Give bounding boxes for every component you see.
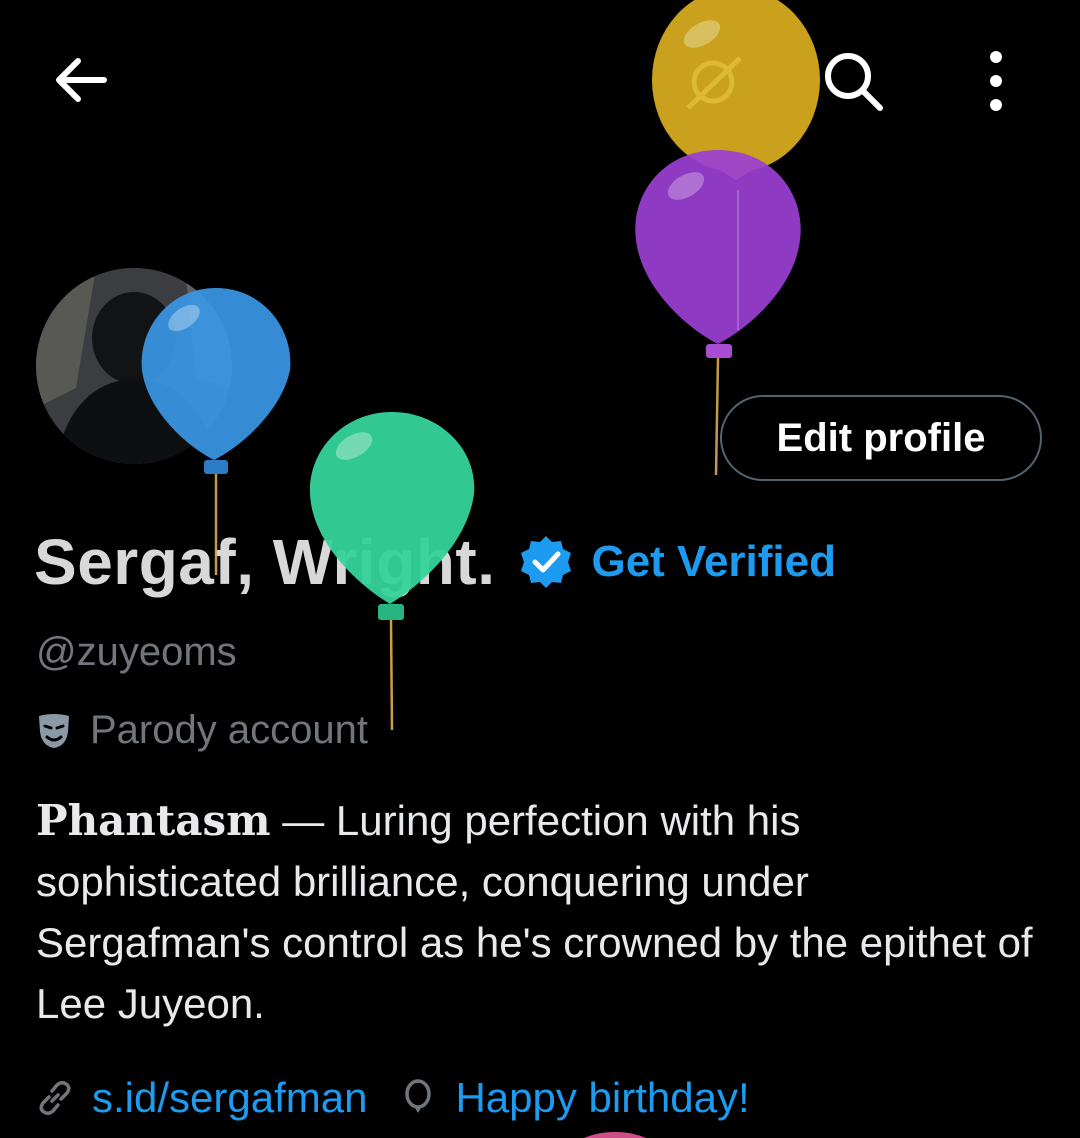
website-link[interactable]: s.id/sergafman bbox=[92, 1074, 367, 1122]
search-icon[interactable] bbox=[818, 46, 888, 116]
get-verified-link[interactable]: Get Verified bbox=[591, 537, 836, 587]
arrow-left-icon[interactable] bbox=[48, 48, 112, 112]
yellow-balloon bbox=[652, 0, 820, 180]
more-vertical-icon[interactable] bbox=[968, 46, 1024, 116]
profile-meta-row: s.id/sergafman Happy birthday! bbox=[36, 1068, 750, 1128]
parody-label-text: Parody account bbox=[90, 708, 368, 752]
bio-lead: Phantasm bbox=[36, 796, 271, 845]
profile-bio: Phantasm — Luring perfection with his so… bbox=[36, 790, 1036, 1034]
avatar-image bbox=[36, 268, 232, 464]
parody-account-label[interactable]: Parody account bbox=[36, 708, 368, 753]
balloon-icon bbox=[405, 1079, 432, 1113]
birthday-link[interactable]: Happy birthday! bbox=[455, 1074, 749, 1122]
avatar[interactable] bbox=[36, 268, 232, 464]
profile-name-row: Sergaf, Wright. Get Verified bbox=[34, 522, 836, 602]
edit-profile-button[interactable]: Edit profile bbox=[720, 395, 1042, 481]
display-name: Sergaf, Wright. bbox=[34, 526, 496, 598]
verified-badge-icon[interactable] bbox=[517, 533, 575, 591]
theater-mask-icon bbox=[39, 713, 69, 748]
link-icon bbox=[39, 1080, 71, 1116]
pink-balloon bbox=[584, 1132, 646, 1138]
profile-handle: @zuyeoms bbox=[36, 630, 237, 674]
